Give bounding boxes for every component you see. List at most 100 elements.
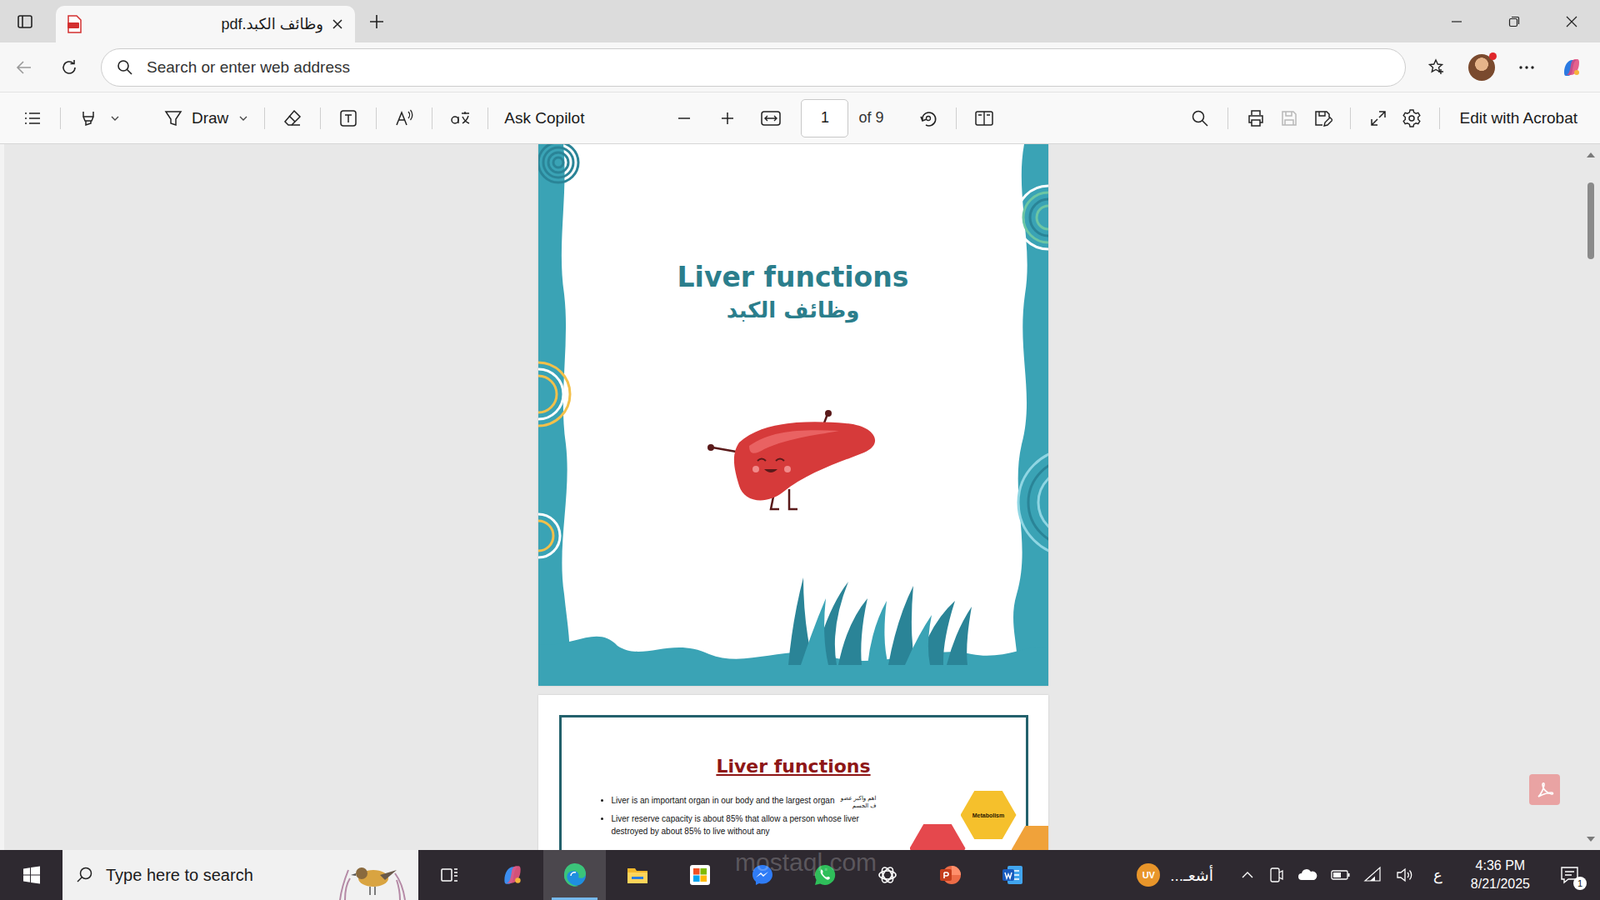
taskbar-search[interactable]: Type here to search <box>62 850 419 900</box>
draw-label: Draw <box>191 109 229 128</box>
page-frame: Liver functionsLiver is an important org… <box>559 715 1029 850</box>
new-tab-button[interactable] <box>360 5 394 39</box>
search-icon <box>1190 109 1210 128</box>
back-button[interactable] <box>7 50 41 85</box>
list-icon <box>23 109 42 128</box>
task-view-taskbar-button[interactable] <box>418 850 481 900</box>
input-language[interactable]: ع <box>1433 865 1443 885</box>
separator <box>264 107 265 130</box>
notification-dot <box>1489 52 1497 60</box>
copilot-taskbar-button[interactable] <box>480 850 544 900</box>
profile-button[interactable] <box>1465 50 1499 85</box>
show-hidden-icons-icon[interactable] <box>1240 867 1255 883</box>
search-highlight-bird-icon <box>333 853 414 900</box>
save-as-button[interactable] <box>1305 101 1340 135</box>
cover-subtitle: وظائف الكبد <box>726 295 860 325</box>
translate-button[interactable] <box>443 101 477 135</box>
chatgpt-taskbar-button[interactable] <box>855 850 919 900</box>
page-content: Liver is an important organ in our body … <box>598 794 1026 838</box>
edge-taskbar-button[interactable] <box>543 850 606 900</box>
scroll-down-icon[interactable] <box>1585 835 1596 844</box>
hexagon <box>910 824 966 850</box>
separator <box>1350 107 1351 130</box>
rotate-button[interactable] <box>911 101 945 135</box>
zoom-out-button[interactable] <box>667 101 701 135</box>
add-text-button[interactable] <box>331 101 365 135</box>
pdf-file-icon <box>65 15 83 34</box>
onedrive-cloud-icon[interactable] <box>1296 865 1319 885</box>
whatsapp-taskbar-button[interactable] <box>793 850 856 900</box>
refresh-button[interactable] <box>52 50 86 85</box>
search-icon <box>75 865 95 885</box>
battery-icon[interactable] <box>1330 865 1352 885</box>
gear-icon <box>1401 108 1422 129</box>
explorer-taskbar-button[interactable] <box>605 850 669 900</box>
page-number-input[interactable]: 1 <box>800 99 849 138</box>
separator <box>1439 107 1440 130</box>
powerpoint-taskbar-button[interactable] <box>918 850 981 900</box>
whatsapp-icon <box>812 862 838 888</box>
restore-button[interactable] <box>1485 0 1543 43</box>
scroll-track <box>1581 162 1600 832</box>
fullscreen-button[interactable] <box>1361 101 1395 135</box>
page-view-button[interactable] <box>967 101 1001 135</box>
fit-page-button[interactable] <box>754 101 788 135</box>
browser-tab[interactable]: وظائف الكبد.pdf <box>55 5 355 43</box>
avatar-icon <box>1468 54 1495 81</box>
draw-button[interactable]: Draw <box>158 101 234 135</box>
restore-icon <box>1508 15 1520 28</box>
volume-icon[interactable] <box>1395 865 1415 885</box>
acrobat-button[interactable] <box>1529 774 1560 805</box>
edge-icon <box>561 861 589 889</box>
fit-width-icon <box>760 109 782 128</box>
hexagon-label: Metabolism <box>972 812 1005 819</box>
ask-copilot-button[interactable]: Ask Copilot <box>499 101 590 135</box>
pdf-page: Liver functionsLiver is an important org… <box>538 695 1049 850</box>
highlight-options-button[interactable] <box>105 101 125 135</box>
start-button[interactable] <box>0 850 63 900</box>
clock[interactable]: 4:36 PM8/21/2025 <box>1470 856 1530 894</box>
zoom-in-button[interactable] <box>710 101 745 135</box>
highlight-button[interactable] <box>71 101 105 135</box>
pdf-toolbar: DrawAsk Copilot1of 9Edit with Acrobat <box>0 91 1600 145</box>
tab-strip: وظائف الكبد.pdf <box>0 0 1600 43</box>
separator <box>487 107 489 130</box>
draw-options-button[interactable] <box>233 101 254 135</box>
word-icon <box>1000 862 1025 888</box>
meet-camera-icon[interactable] <box>1266 865 1285 885</box>
store-taskbar-button[interactable] <box>668 850 731 900</box>
cover-title: Liver functions <box>677 260 910 295</box>
tab-actions-icon <box>16 13 34 30</box>
two-page-icon <box>974 109 995 128</box>
find-button[interactable] <box>1183 101 1217 135</box>
minimize-button[interactable] <box>1427 0 1485 43</box>
watermark: mostaql.com <box>735 848 877 877</box>
weather-widget[interactable]: UVأشعـ... <box>1126 850 1224 900</box>
edit-with-acrobat-button[interactable]: Edit with Acrobat <box>1450 101 1578 135</box>
more-button[interactable] <box>1510 50 1544 85</box>
close-tab-icon[interactable] <box>331 18 344 30</box>
print-button[interactable] <box>1239 101 1273 135</box>
pdf-page: Liver functionsوظائف الكبد <box>538 144 1049 686</box>
erase-button[interactable] <box>275 101 310 135</box>
scrollbar[interactable] <box>1581 144 1600 850</box>
messenger-taskbar-button[interactable] <box>730 850 794 900</box>
taskbar-search-placeholder: Type here to search <box>105 865 322 885</box>
scroll-thumb[interactable] <box>1587 182 1595 260</box>
settings-button[interactable] <box>1395 101 1429 135</box>
contents-button[interactable] <box>15 101 50 135</box>
bullet-list: Liver is an important organ in our body … <box>598 794 922 838</box>
word-taskbar-button[interactable] <box>980 850 1044 900</box>
favorites-button[interactable] <box>1420 50 1454 85</box>
read-aloud-icon <box>394 108 415 129</box>
close-window-button[interactable] <box>1542 0 1600 43</box>
scroll-up-icon[interactable] <box>1585 150 1596 160</box>
tab-actions-button[interactable] <box>6 3 44 40</box>
copilot-button[interactable] <box>1555 50 1589 85</box>
read-aloud-button[interactable] <box>387 101 421 135</box>
notification-center-button[interactable]: 1 <box>1551 856 1589 894</box>
wifi-icon[interactable] <box>1363 865 1384 885</box>
expand-icon <box>1369 109 1388 128</box>
address-field[interactable]: Search or enter web address <box>100 48 1406 87</box>
notification-badge: 1 <box>1573 876 1587 890</box>
